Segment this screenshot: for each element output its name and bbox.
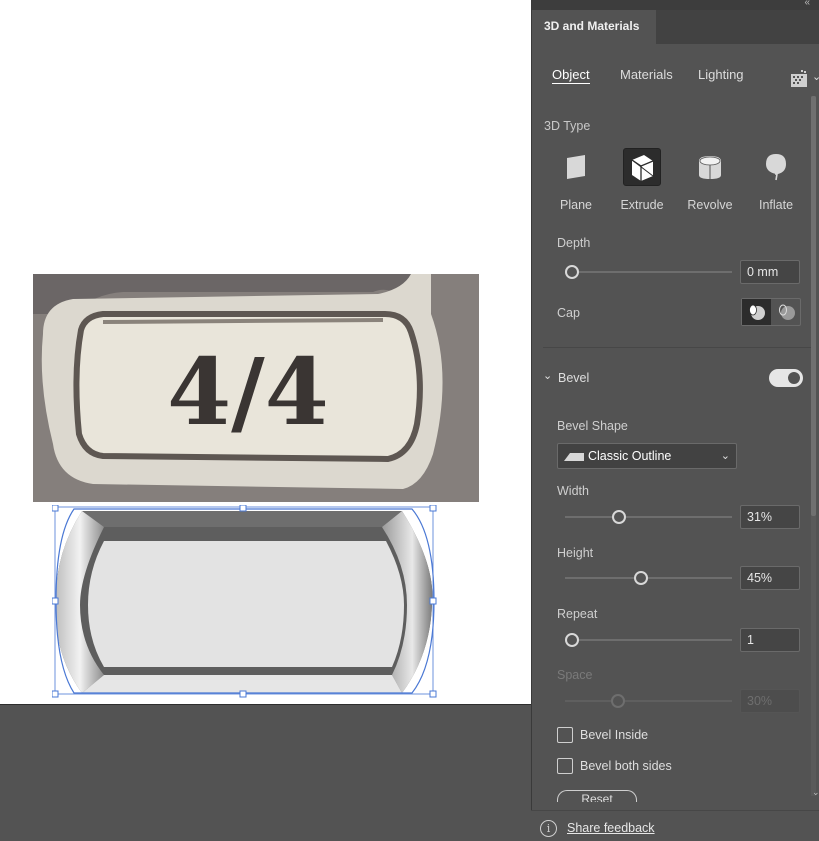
section-divider — [543, 347, 811, 348]
repeat-slider[interactable] — [565, 633, 732, 647]
extrude-icon — [623, 148, 661, 186]
3d-type-label: 3D Type — [544, 119, 591, 133]
panel-top-bar: « — [532, 0, 819, 10]
width-label: Width — [557, 484, 589, 498]
depth-label: Depth — [557, 236, 591, 250]
info-icon: i — [540, 820, 557, 837]
depth-slider[interactable] — [565, 265, 732, 279]
bevel-collapse-chevron-icon[interactable]: ⌄ — [543, 369, 552, 382]
bevel-toggle[interactable] — [769, 369, 803, 387]
space-field: 30% — [740, 689, 800, 713]
reset-button[interactable]: Reset — [557, 790, 637, 802]
render-settings-icon[interactable] — [790, 70, 808, 88]
bevel-title[interactable]: Bevel — [558, 371, 589, 385]
space-slider — [565, 694, 732, 708]
photo-label-text: 4/4 — [167, 338, 329, 446]
height-slider-track — [565, 577, 732, 579]
panel-scrollbar[interactable] — [811, 96, 816, 796]
cap-on-button[interactable] — [742, 299, 771, 325]
cap-toggle-group — [741, 298, 801, 326]
scroll-down-arrow-icon[interactable]: ⌄ — [812, 787, 819, 798]
type-inflate-button[interactable]: Inflate — [746, 148, 806, 218]
tab-object[interactable]: Object — [552, 67, 590, 84]
width-slider-knob[interactable] — [612, 510, 627, 524]
space-label: Space — [557, 668, 593, 682]
height-label: Height — [557, 546, 594, 560]
space-slider-track — [565, 700, 732, 702]
revolve-icon — [691, 148, 729, 186]
height-slider[interactable] — [565, 571, 732, 585]
type-inflate-label: Inflate — [758, 198, 794, 212]
canvas[interactable]: 4/4 — [0, 0, 531, 841]
plane-icon — [557, 148, 595, 186]
type-extrude-button[interactable]: Extrude — [612, 148, 672, 218]
sub-tabs: Object Materials Lighting ⌄ — [532, 60, 819, 90]
dropdown-chevron-icon: ⌄ — [720, 450, 730, 462]
bevel-toggle-knob — [788, 372, 800, 384]
inflate-icon — [757, 148, 795, 186]
depth-slider-track — [565, 271, 732, 273]
panel-title-tab[interactable]: 3D and Materials — [532, 10, 656, 44]
cap-on-icon — [748, 304, 765, 320]
scrollbar-thumb[interactable] — [811, 96, 816, 516]
cap-off-icon — [778, 304, 795, 320]
collapse-panel-icon[interactable]: « — [804, 0, 810, 8]
type-plane-label: Plane — [560, 198, 592, 212]
bevel-shape-dropdown[interactable]: Classic Outline ⌄ — [557, 443, 737, 469]
bevel-inside-checkbox[interactable] — [557, 727, 573, 743]
width-field[interactable]: 31% — [740, 505, 800, 529]
width-slider-track — [565, 516, 732, 518]
bevel-shape-label: Bevel Shape — [557, 419, 628, 433]
artboard-edge — [0, 704, 531, 705]
width-slider[interactable] — [565, 510, 732, 524]
bevel-inside-label[interactable]: Bevel Inside — [580, 728, 648, 742]
space-slider-knob — [610, 694, 625, 708]
depth-field[interactable]: 0 mm — [740, 260, 800, 284]
type-revolve-label: Revolve — [687, 198, 733, 212]
repeat-field[interactable]: 1 — [740, 628, 800, 652]
bevel-3d-shape[interactable] — [52, 505, 438, 699]
reference-photo[interactable]: 4/4 — [33, 274, 479, 502]
height-field[interactable]: 45% — [740, 566, 800, 590]
share-feedback-link[interactable]: Share feedback — [567, 821, 655, 835]
repeat-slider-track — [565, 639, 732, 641]
panel-tab-bar: 3D and Materials — [532, 10, 819, 44]
type-extrude-label: Extrude — [620, 198, 664, 212]
bevel-both-sides-checkbox[interactable] — [557, 758, 573, 774]
cap-off-button[interactable] — [772, 299, 801, 325]
classic-outline-icon — [564, 453, 584, 461]
height-slider-knob[interactable] — [633, 571, 648, 585]
type-revolve-button[interactable]: Revolve — [680, 148, 740, 218]
bevel-shape-value: Classic Outline — [588, 449, 672, 463]
tab-lighting[interactable]: Lighting — [698, 67, 744, 82]
bevel-both-sides-label[interactable]: Bevel both sides — [580, 759, 672, 773]
repeat-label: Repeat — [557, 607, 598, 621]
type-plane-button[interactable]: Plane — [546, 148, 606, 218]
tab-materials[interactable]: Materials — [620, 67, 673, 82]
depth-slider-knob[interactable] — [565, 265, 579, 279]
render-chevron-icon[interactable]: ⌄ — [812, 70, 819, 83]
cap-label: Cap — [557, 306, 580, 320]
repeat-slider-knob[interactable] — [565, 633, 579, 647]
